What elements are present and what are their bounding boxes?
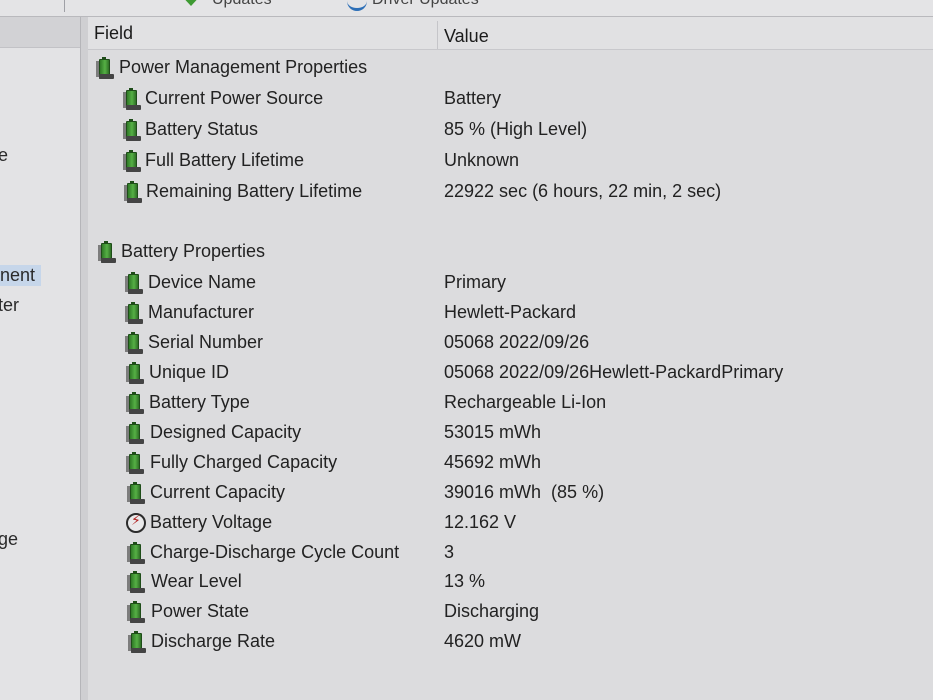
table-row[interactable]: Unique ID 05068 2022/09/26Hewlett-Packar… <box>88 359 933 387</box>
field-value: 05068 2022/09/26 <box>444 332 590 352</box>
battery-icon <box>125 272 143 294</box>
field-label: Current Power Source <box>145 88 324 108</box>
battery-icon <box>123 119 141 141</box>
table-row[interactable]: Device Name Primary <box>88 269 933 297</box>
field-label: Remaining Battery Lifetime <box>146 181 363 201</box>
voltage-icon: ⚡ <box>126 512 146 534</box>
nav-item-3[interactable]: ge <box>0 529 18 550</box>
toolbar-updates-label[interactable]: Updates <box>212 0 272 9</box>
toolbar-separator <box>64 0 65 12</box>
column-header: Field Value <box>88 17 933 50</box>
column-header-value[interactable]: Value <box>444 26 489 47</box>
battery-icon <box>124 181 142 203</box>
battery-icon <box>127 571 145 593</box>
battery-icon <box>123 88 141 110</box>
battery-icon <box>126 452 144 474</box>
bios-update-icon[interactable] <box>178 0 204 6</box>
field-value: Discharging <box>444 601 540 621</box>
table-row[interactable]: Fully Charged Capacity 45692 mWh <box>88 449 933 477</box>
nav-item-power-management[interactable]: nent <box>0 265 42 286</box>
column-header-field[interactable]: Field <box>94 23 133 44</box>
column-divider[interactable] <box>437 21 438 49</box>
toolbar: Updates Driver Updates <box>0 0 933 17</box>
field-value: 45692 mWh <box>444 452 542 472</box>
field-value: 22922 sec (6 hours, 22 min, 2 sec) <box>444 181 722 201</box>
field-label: Device Name <box>148 272 257 292</box>
table-row[interactable]: Battery Type Rechargeable Li-Ion <box>88 389 933 417</box>
table-row[interactable]: Discharge Rate 4620 mW <box>88 628 933 656</box>
field-value: Battery <box>444 88 502 108</box>
section-header-power-management[interactable]: Power Management Properties <box>88 54 933 82</box>
field-value: 53015 mWh <box>444 422 542 442</box>
field-value: Hewlett-Packard <box>444 302 577 322</box>
field-label: Fully Charged Capacity <box>150 452 338 472</box>
field-value: Rechargeable Li-Ion <box>444 392 607 412</box>
battery-icon <box>96 57 114 79</box>
field-label: Power State <box>151 601 250 621</box>
field-value: Primary <box>444 272 506 292</box>
table-row[interactable]: Charge-Discharge Cycle Count 3 <box>88 539 933 567</box>
field-label: Unique ID <box>149 362 230 382</box>
table-row[interactable]: Serial Number 05068 2022/09/26 <box>88 329 933 357</box>
table-row[interactable]: Designed Capacity 53015 mWh <box>88 419 933 447</box>
field-label: Designed Capacity <box>150 422 302 442</box>
nav-item-2[interactable]: ter <box>0 295 19 316</box>
field-value: 4620 mW <box>444 631 522 651</box>
battery-icon <box>98 241 116 263</box>
details-list: Field Value Power Management Properties … <box>88 17 933 700</box>
field-label: Battery Status <box>145 119 259 139</box>
field-value: 3 <box>444 542 455 562</box>
field-value: 12.162 V <box>444 512 517 532</box>
field-label: Charge-Discharge Cycle Count <box>150 542 400 562</box>
table-row[interactable]: Battery Status 85 % (High Level) <box>88 116 933 144</box>
field-label: Full Battery Lifetime <box>145 150 305 170</box>
battery-icon <box>126 422 144 444</box>
section-title: Battery Properties <box>121 241 266 261</box>
field-value: 13 % <box>444 571 486 591</box>
table-row[interactable]: Full Battery Lifetime Unknown <box>88 147 933 175</box>
field-label: Current Capacity <box>150 482 286 502</box>
nav-item-0[interactable]: e <box>0 145 8 166</box>
section-title: Power Management Properties <box>119 57 368 77</box>
driver-update-icon[interactable] <box>347 0 367 11</box>
table-row[interactable]: Current Capacity 39016 mWh (85 %) <box>88 479 933 507</box>
table-row[interactable]: Power State Discharging <box>88 598 933 626</box>
battery-icon <box>126 362 144 384</box>
field-label: Manufacturer <box>148 302 255 322</box>
battery-icon <box>125 302 143 324</box>
battery-icon <box>123 150 141 172</box>
battery-icon <box>126 392 144 414</box>
field-label: Battery Type <box>149 392 250 412</box>
battery-icon <box>127 542 145 564</box>
navigation-pane: e nent ter ge <box>0 17 80 700</box>
field-value: 85 % (High Level) <box>444 119 588 139</box>
field-value: 39016 mWh (85 %) <box>444 482 605 502</box>
table-row[interactable]: Current Power Source Battery <box>88 85 933 113</box>
field-label: Discharge Rate <box>151 631 276 651</box>
table-row[interactable]: Remaining Battery Lifetime 22922 sec (6 … <box>88 178 933 206</box>
battery-icon <box>128 631 146 653</box>
field-label: Battery Voltage <box>150 512 273 532</box>
toolbar-driver-updates-label[interactable]: Driver Updates <box>372 0 479 9</box>
field-label: Serial Number <box>148 332 264 352</box>
field-label: Wear Level <box>151 571 242 591</box>
navigation-header <box>0 17 80 48</box>
battery-icon <box>125 332 143 354</box>
field-value: 05068 2022/09/26Hewlett-PackardPrimary <box>444 362 784 382</box>
battery-icon <box>127 601 145 623</box>
table-row[interactable]: Manufacturer Hewlett-Packard <box>88 299 933 327</box>
table-row[interactable]: Wear Level 13 % <box>88 568 933 596</box>
field-value: Unknown <box>444 150 520 170</box>
battery-icon <box>127 482 145 504</box>
table-row[interactable]: ⚡ Battery Voltage 12.162 V <box>88 509 933 537</box>
section-header-battery-properties[interactable]: Battery Properties <box>88 238 933 266</box>
